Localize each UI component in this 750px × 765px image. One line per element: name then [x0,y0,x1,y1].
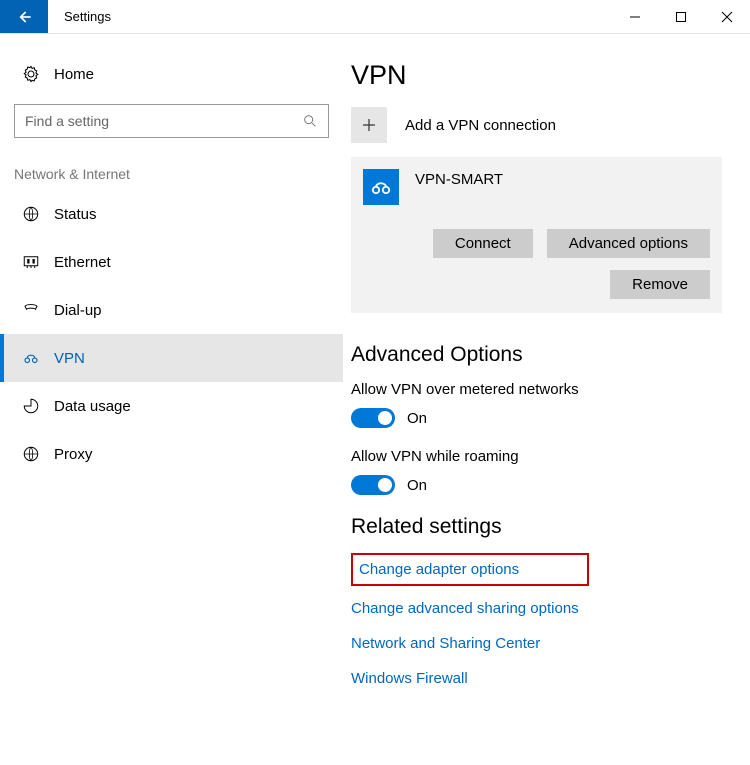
vpn-connection-item[interactable]: VPN-SMART Connect Advanced options Remov… [351,157,722,313]
related-settings-heading: Related settings [351,515,722,539]
sidebar-item-label: Proxy [54,446,92,463]
sidebar-item-home[interactable]: Home [0,52,343,96]
link-network-center[interactable]: Network and Sharing Center [351,635,722,652]
sidebar-item-ethernet[interactable]: Ethernet [0,238,343,286]
sidebar-item-datausage[interactable]: Data usage [0,382,343,430]
sidebar-item-label: Ethernet [54,254,111,271]
sidebar-item-vpn[interactable]: VPN [0,334,343,382]
maximize-icon [675,11,687,23]
sidebar-item-label: Dial-up [54,302,102,319]
link-change-sharing[interactable]: Change advanced sharing options [351,600,722,617]
toggle-metered-state: On [407,410,427,427]
maximize-button[interactable] [658,0,704,33]
sidebar-item-label: Status [54,206,97,223]
vpn-icon [20,349,42,367]
home-label: Home [54,66,94,83]
content: VPN Add a VPN connection VPN-SMART Conne… [343,34,750,765]
option-metered-label: Allow VPN over metered networks [351,381,722,398]
sidebar-item-label: Data usage [54,398,131,415]
back-arrow-icon [14,7,34,27]
minimize-button[interactable] [612,0,658,33]
highlight-box: Change adapter options [351,553,589,586]
toggle-metered[interactable] [351,408,395,428]
plus-icon [351,107,387,143]
connect-button[interactable]: Connect [433,229,533,258]
search-box[interactable] [14,104,329,138]
minimize-icon [629,11,641,23]
option-roaming-label: Allow VPN while roaming [351,448,722,465]
proxy-icon [20,445,42,463]
status-icon [20,205,42,223]
add-vpn-label: Add a VPN connection [405,117,556,134]
titlebar: Settings [0,0,750,34]
gear-icon [20,65,42,83]
link-change-adapter[interactable]: Change adapter options [359,561,519,578]
vpn-connection-name: VPN-SMART [415,169,503,188]
sidebar-category: Network & Internet [0,148,343,190]
link-windows-firewall[interactable]: Windows Firewall [351,670,722,687]
page-title: VPN [351,60,722,91]
dialup-icon [20,301,42,319]
close-icon [721,11,733,23]
datausage-icon [20,397,42,415]
ethernet-icon [20,253,42,271]
close-button[interactable] [704,0,750,33]
toggle-roaming-state: On [407,477,427,494]
sidebar-item-label: VPN [54,350,85,367]
advanced-options-button[interactable]: Advanced options [547,229,710,258]
sidebar-item-status[interactable]: Status [0,190,343,238]
sidebar-item-dialup[interactable]: Dial-up [0,286,343,334]
toggle-roaming[interactable] [351,475,395,495]
search-input[interactable] [25,113,302,129]
advanced-options-heading: Advanced Options [351,343,722,367]
sidebar-item-proxy[interactable]: Proxy [0,430,343,478]
vpn-connection-icon [363,169,399,205]
back-button[interactable] [0,0,48,33]
sidebar: Home Network & Internet Status [0,34,343,765]
search-icon [302,113,318,129]
add-vpn-row[interactable]: Add a VPN connection [351,105,722,145]
window-title: Settings [48,0,612,33]
remove-button[interactable]: Remove [610,270,710,299]
